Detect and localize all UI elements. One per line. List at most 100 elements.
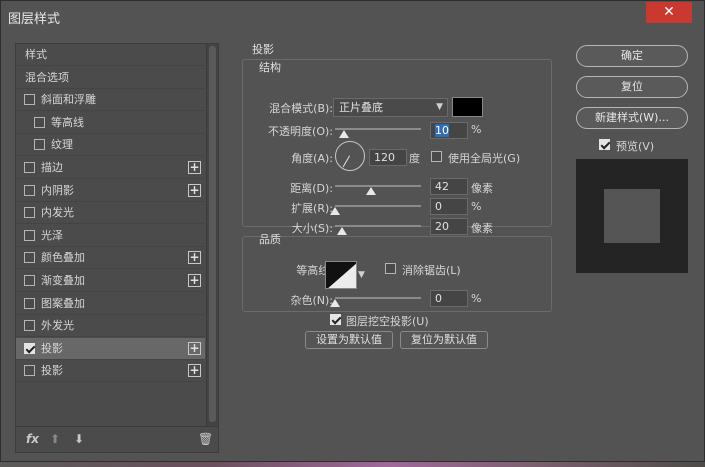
style-item-checkbox[interactable] [34,139,45,151]
antialias-checkbox[interactable] [385,263,396,274]
style-item[interactable]: 外发光 [16,315,205,338]
fx-icon[interactable]: fx [26,432,39,446]
section-title: 投影 [252,43,274,56]
structure-title: 结构 [259,61,281,74]
contour-curve-icon [328,263,356,288]
quality-group: 品质 等高线: 消除锯齿(L) 杂色(N): 0 % [242,233,552,312]
style-item[interactable]: 投影 + [16,337,205,360]
blend-mode-select[interactable]: 正片叠底 ▼ [333,98,448,117]
angle-unit: 度 [409,152,420,165]
reset-default-button[interactable]: 复位为默认值 [400,331,488,349]
blend-mode-label: 混合模式(B): [269,102,333,115]
angle-label: 角度(A): [291,152,333,165]
style-item-checkbox[interactable] [24,162,35,173]
scrollbar-thumb[interactable] [209,46,216,422]
style-item-checkbox[interactable] [24,275,35,286]
style-item[interactable]: 内阴影 + [16,180,205,202]
styles-panel: 样式 混合选项 斜面和浮雕 等高线 纹理 描边 + 内阴影 + 内发光 光泽 颜色叠加 + 渐变叠加 + 图案… [15,43,219,453]
opacity-unit: % [471,123,482,136]
style-item-checkbox[interactable] [24,184,35,196]
spread-slider[interactable] [335,205,421,207]
style-item[interactable]: 投影 + [16,360,205,383]
size-unit: 像素 [471,222,493,235]
noise-input[interactable]: 0 [430,290,468,307]
add-style-plus-icon[interactable]: + [188,341,201,355]
shadow-color-swatch[interactable] [452,97,483,117]
layer-style-dialog: 图层样式 ✕ 样式 混合选项 斜面和浮雕 等高线 纹理 描边 + 内阴影 + 内发光 光泽 颜色叠加 +… [0,0,705,462]
style-item-label: 图案叠加 [41,296,85,310]
style-item-label: 斜面和浮雕 [41,93,96,107]
distance-slider-handle[interactable] [366,187,377,195]
layer-knocks-out-label: 图层挖空投影(U) [346,315,429,328]
global-light-checkbox[interactable] [431,151,442,162]
style-item-checkbox[interactable] [24,297,35,309]
preview-swatch [604,189,660,243]
style-item-checkbox[interactable] [24,207,35,219]
style-item[interactable]: 颜色叠加 + [16,247,205,270]
move-up-icon[interactable]: ⬆ [50,432,60,446]
style-item[interactable]: 斜面和浮雕 [16,89,205,112]
style-item-checkbox[interactable] [24,94,35,106]
noise-label: 杂色(N): [290,294,333,307]
style-item-checkbox[interactable] [24,320,35,332]
style-item[interactable]: 内发光 [16,202,205,225]
style-item-label: 纹理 [51,138,73,152]
trash-icon[interactable]: 🗑 [198,432,213,446]
opacity-slider-handle[interactable] [338,130,349,138]
style-item-checkbox[interactable] [24,342,35,354]
styles-scrollbar[interactable] [206,44,218,426]
style-item-label: 颜色叠加 [41,251,85,265]
style-item[interactable]: 图案叠加 [16,293,205,315]
opacity-input[interactable]: 10 [430,122,468,139]
close-button[interactable]: ✕ [646,2,692,23]
distance-unit: 像素 [471,182,493,195]
noise-slider[interactable] [335,297,421,299]
style-item-checkbox[interactable] [24,229,35,241]
style-item[interactable]: 等高线 [16,112,205,134]
structure-group: 结构 混合模式(B): 正片叠底 ▼ 不透明度(O): 10 % 角度(A): … [242,59,552,235]
move-down-icon[interactable]: ⬇ [74,432,84,446]
distance-input[interactable]: 42 [430,178,468,195]
style-item-label: 样式 [25,48,47,61]
preview-checkbox[interactable] [599,139,610,150]
style-item[interactable]: 纹理 [16,134,205,157]
style-item[interactable]: 光泽 [16,225,205,247]
angle-dial[interactable] [335,141,365,171]
style-item-checkbox[interactable] [24,365,35,377]
ok-button[interactable]: 确定 [576,45,688,67]
make-default-button[interactable]: 设置为默认值 [305,331,393,349]
styles-list-header[interactable]: 样式 [16,44,205,66]
spread-input[interactable]: 0 [430,198,468,215]
size-slider-handle[interactable] [336,227,347,235]
add-style-plus-icon[interactable]: + [188,251,201,265]
add-style-plus-icon[interactable]: + [188,183,201,197]
distance-slider[interactable] [335,185,421,187]
angle-input[interactable]: 120 [369,149,407,166]
contour-dropdown-chevron-icon[interactable]: ▼ [357,261,366,289]
style-item-checkbox[interactable] [34,116,45,128]
add-style-plus-icon[interactable]: + [188,364,201,378]
spread-slider-handle[interactable] [330,207,340,215]
spread-label: 扩展(R): [291,202,333,215]
style-item[interactable]: 描边 + [16,157,205,179]
reset-button[interactable]: 复位 [576,76,688,98]
noise-slider-handle[interactable] [330,299,340,307]
size-input[interactable]: 20 [430,218,468,235]
style-item-label: 外发光 [41,319,74,333]
add-style-plus-icon[interactable]: + [188,274,201,287]
add-style-plus-icon[interactable]: + [188,161,201,174]
contour-picker[interactable] [325,261,357,289]
size-slider[interactable] [335,225,421,227]
styles-list-header[interactable]: 混合选项 [16,67,205,89]
angle-dial-needle [342,155,350,168]
drop-shadow-settings: 投影 结构 混合模式(B): 正片叠底 ▼ 不透明度(O): 10 % 角度(A… [234,43,564,453]
style-item-label: 描边 [41,161,63,174]
layer-knocks-out-checkbox[interactable] [330,314,341,325]
contour-label: 等高线: [296,264,333,277]
style-item[interactable]: 渐变叠加 + [16,270,205,292]
spread-unit: % [471,200,482,213]
style-item-label: 光泽 [41,228,63,242]
new-style-button[interactable]: 新建样式(W)... [576,107,688,129]
title-bar: 图层样式 ✕ [1,1,705,31]
style-item-checkbox[interactable] [24,252,35,264]
